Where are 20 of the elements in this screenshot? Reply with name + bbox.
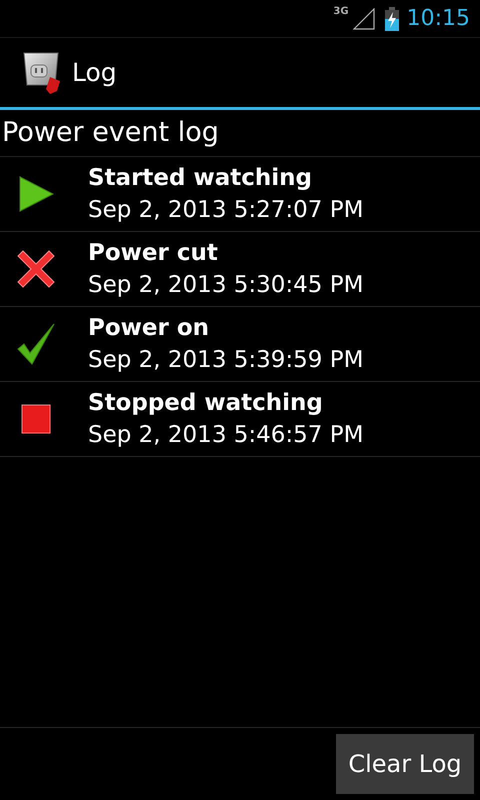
battery-charging-icon	[384, 6, 399, 30]
event-time: Sep 2, 2013 5:46:57 PM	[88, 422, 364, 448]
network-type: 3G	[333, 6, 349, 17]
event-title: Stopped watching	[88, 390, 324, 416]
signal-icon	[352, 8, 375, 30]
stop-icon	[21, 404, 51, 434]
play-icon	[18, 176, 54, 212]
outlet-plug-icon[interactable]	[22, 50, 62, 94]
event-title: Power on	[88, 315, 210, 341]
clear-log-button[interactable]: Clear Log	[336, 734, 474, 794]
event-time: Sep 2, 2013 5:30:45 PM	[88, 272, 364, 298]
event-time: Sep 2, 2013 5:27:07 PM	[88, 197, 364, 223]
checkmark-icon	[17, 323, 55, 365]
cross-icon	[17, 250, 55, 288]
event-title: Started watching	[88, 165, 313, 191]
section-heading: Power event log	[0, 110, 480, 157]
clock: 10:15	[406, 6, 470, 31]
event-time: Sep 2, 2013 5:39:59 PM	[88, 347, 364, 373]
screen-title: Log	[72, 58, 117, 87]
event-title: Power cut	[88, 240, 219, 266]
